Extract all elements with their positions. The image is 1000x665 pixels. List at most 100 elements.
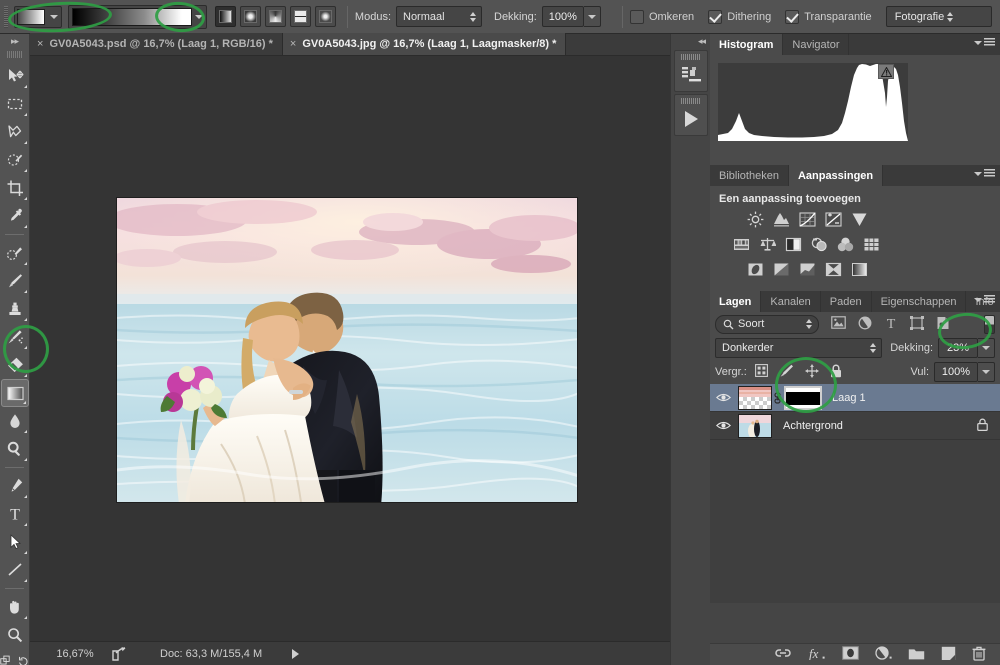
lock-image-pixels-icon[interactable] [779,364,794,380]
status-menu-triangle-icon[interactable] [292,648,300,659]
tab-adjustments[interactable]: Aanpassingen [788,165,884,186]
reverse-checkbox[interactable]: Omkeren [629,9,694,24]
layer-fill-control[interactable]: 100% [934,362,995,382]
pen-tool[interactable] [1,472,29,500]
type-layer-filter-icon[interactable]: T [884,316,898,333]
move-tool[interactable] [1,62,29,90]
reset-tools-icon[interactable] [18,654,29,665]
threshold-icon[interactable] [798,260,817,278]
brush-tool[interactable] [1,267,29,295]
smart-object-filter-icon[interactable] [936,316,950,333]
hue-saturation-icon[interactable] [732,235,751,253]
photo-filter-icon[interactable] [810,235,829,253]
mini-dock-collapse-button[interactable]: ◂◂ [671,34,710,48]
gradient-preset-picker[interactable] [13,5,62,28]
eyedropper-tool[interactable] [1,202,29,230]
layer-fill-value[interactable]: 100% [934,362,978,382]
blur-tool[interactable] [1,407,29,435]
dodge-tool[interactable] [1,435,29,463]
close-icon[interactable]: × [290,38,296,50]
histogram-cached-data-warning-icon[interactable] [878,64,894,79]
layer-thumbnail[interactable] [738,385,772,410]
tab-libraries[interactable]: Bibliotheken [710,165,789,186]
invert-icon[interactable] [746,260,765,278]
crop-tool[interactable] [1,174,29,202]
link-mask-icon[interactable] [772,391,783,405]
layer-filter-kind-select[interactable]: Soort [715,314,819,334]
color-lookup-icon[interactable] [862,235,881,253]
tab-properties[interactable]: Eigenschappen [872,291,967,312]
quick-selection-tool[interactable] [1,146,29,174]
posterize-icon[interactable] [772,260,791,278]
brightness-contrast-icon[interactable] [746,210,765,228]
selective-color-icon[interactable] [824,260,843,278]
layer-visibility-eye-icon[interactable] [710,420,736,431]
layer-mask-thumbnail[interactable] [784,385,822,410]
layer-fill-chevron-down-icon[interactable] [978,362,995,382]
black-white-icon[interactable] [784,235,803,253]
actions-panel-grip[interactable] [681,98,701,105]
type-tool[interactable]: T [1,500,29,528]
new-adjustment-layer-icon[interactable] [875,646,892,663]
status-resize-grip[interactable] [30,642,44,665]
adjustment-layer-filter-icon[interactable] [858,316,872,333]
path-selection-tool[interactable] [1,528,29,556]
pixel-layer-filter-icon[interactable] [831,316,846,332]
layer-opacity-chevron-down-icon[interactable] [978,338,995,358]
curves-icon[interactable] [798,210,817,228]
diamond-gradient-button[interactable] [314,6,336,27]
layer-name[interactable]: Laag 1 [832,392,866,404]
hand-tool[interactable] [1,593,29,621]
lock-transparent-pixels-icon[interactable] [754,364,768,380]
gradient-tool[interactable] [1,379,29,407]
layer-thumbnail[interactable] [738,413,772,438]
actions-panel-icon[interactable] [674,94,708,136]
histogram-panel-menu-icon[interactable] [974,38,995,47]
history-panel-grip[interactable] [681,54,701,61]
opacity-value[interactable]: 100% [541,6,584,27]
workspace-stepper-icon[interactable] [944,8,956,26]
canvas-area[interactable] [30,56,670,641]
zoom-level[interactable]: 16,67% [44,648,106,660]
share-icon[interactable] [106,646,132,661]
gradient-preview-strip[interactable] [71,7,192,26]
clone-stamp-tool[interactable] [1,295,29,323]
history-brush-tool[interactable] [1,323,29,351]
opacity-control[interactable]: 100% [541,6,601,27]
lock-all-icon[interactable] [830,364,842,381]
edit-toolbar-icon[interactable] [0,653,12,665]
layer-visibility-eye-icon[interactable] [710,392,736,403]
blend-mode-stepper-icon[interactable] [467,8,479,26]
new-group-icon[interactable] [908,647,925,663]
exposure-icon[interactable] [824,210,843,228]
gradient-map-icon[interactable] [850,260,869,278]
workspace-select[interactable]: Fotografie [885,6,992,27]
gradient-editor-chevron-down-icon[interactable] [192,7,206,27]
gradient-editor-picker[interactable] [67,4,207,29]
tab-navigator[interactable]: Navigator [783,34,850,55]
options-bar-grip[interactable] [4,5,8,28]
layer-name[interactable]: Achtergrond [783,420,843,432]
layer-blend-mode-select[interactable]: Donkerder [715,338,883,358]
gradient-preset-chevron-down-icon[interactable] [47,7,61,27]
tab-channels[interactable]: Kanalen [761,291,821,312]
color-balance-icon[interactable] [758,235,777,253]
radial-gradient-button[interactable] [239,6,261,27]
layer-filter-stepper-icon[interactable] [803,315,815,333]
linear-gradient-button[interactable] [214,6,236,27]
toolbox-grip[interactable] [7,49,22,59]
dither-checkbox-box[interactable] [708,9,723,24]
lock-position-icon[interactable] [805,364,819,381]
document-tab-jpg[interactable]: × GV0A5043.jpg @ 16,7% (Laag 1, Laagmask… [282,33,567,55]
new-layer-icon[interactable] [941,646,956,663]
line-shape-tool[interactable] [1,556,29,584]
reflected-gradient-button[interactable] [289,6,311,27]
zoom-tool[interactable] [1,621,29,649]
layer-blend-stepper-icon[interactable] [867,339,879,357]
angle-gradient-button[interactable] [264,6,286,27]
levels-icon[interactable] [772,210,791,228]
tab-paths[interactable]: Paden [821,291,872,312]
add-layer-mask-icon[interactable] [842,646,859,663]
layer-opacity-control[interactable]: 23% [938,338,995,358]
blend-mode-select[interactable]: Normaal [396,6,482,27]
